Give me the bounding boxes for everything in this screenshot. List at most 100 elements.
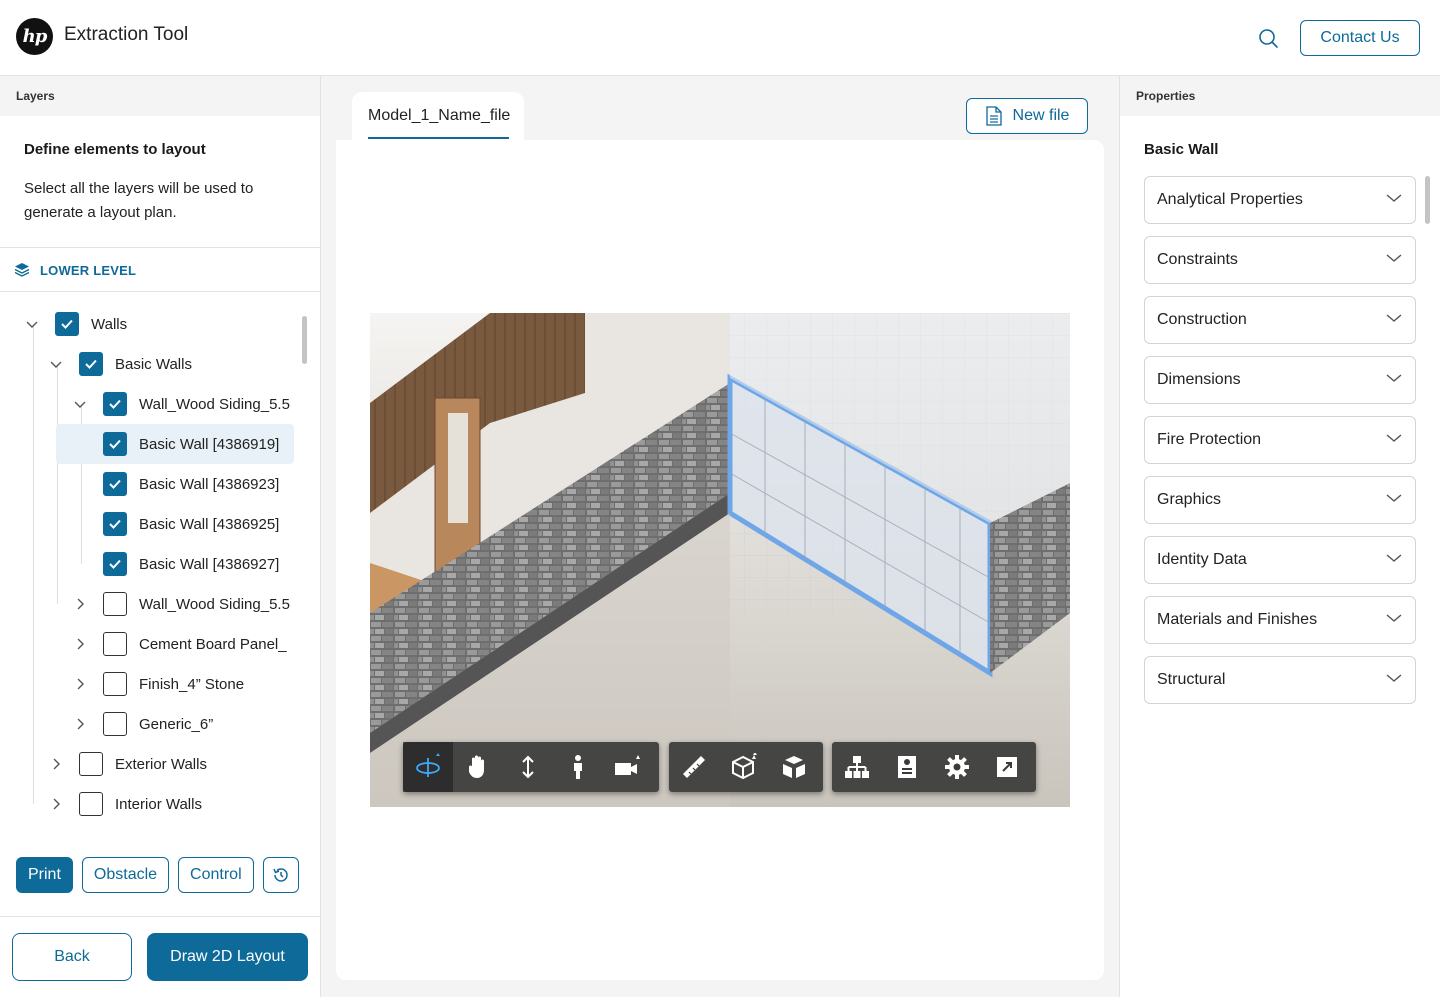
chevron-down-icon <box>1385 669 1403 692</box>
orbit-icon[interactable] <box>403 742 453 792</box>
history-button[interactable] <box>262 857 299 893</box>
layer-label: Exterior Walls <box>115 755 207 773</box>
contact-us-button[interactable]: Contact Us <box>1300 20 1420 56</box>
chevron-right-icon[interactable] <box>70 634 90 654</box>
search-icon[interactable] <box>1256 26 1282 52</box>
property-section-accordion[interactable]: Analytical Properties <box>1144 176 1416 224</box>
layer-label: Basic Walls <box>115 355 192 373</box>
layer-checkbox[interactable] <box>79 752 103 776</box>
new-file-button[interactable]: New file <box>966 98 1088 134</box>
pan-hand-icon[interactable] <box>453 742 503 792</box>
layer-label: Cement Board Panel_ <box>139 635 287 653</box>
property-section-accordion[interactable]: Construction <box>1144 296 1416 344</box>
chevron-right-icon[interactable] <box>70 714 90 734</box>
layer-tree-item[interactable]: Cement Board Panel_ <box>70 624 287 664</box>
layer-checkbox[interactable] <box>79 352 103 376</box>
level-label: LOWER LEVEL <box>40 263 137 278</box>
file-icon <box>985 106 1002 126</box>
chevron-down-icon <box>1385 189 1403 212</box>
property-section-label: Fire Protection <box>1157 431 1262 448</box>
properties-panel-icon[interactable] <box>882 742 932 792</box>
explode-cube-icon[interactable] <box>769 742 819 792</box>
checkmark-icon <box>109 479 121 489</box>
new-file-label: New file <box>1012 107 1070 124</box>
property-section-label: Structural <box>1157 671 1226 688</box>
print-button[interactable]: Print <box>16 857 73 893</box>
chevron-right-icon[interactable] <box>70 594 90 614</box>
layer-label: Generic_6” <box>139 715 214 733</box>
checkmark-icon <box>109 439 121 449</box>
layer-checkbox[interactable] <box>79 792 103 816</box>
property-section-accordion[interactable]: Identity Data <box>1144 536 1416 584</box>
layers-panel: Layers Define elements to layout Select … <box>0 76 321 997</box>
chevron-down-icon <box>1385 309 1403 332</box>
property-section-accordion[interactable]: Constraints <box>1144 236 1416 284</box>
layer-tree-scrollbar[interactable] <box>302 316 307 364</box>
layer-tree-item[interactable]: Basic Wall [4386927] <box>103 544 279 584</box>
layer-tree-item[interactable]: Interior Walls <box>46 784 202 820</box>
property-section-label: Dimensions <box>1157 371 1241 388</box>
layer-tree-item[interactable]: Basic Wall [4386925] <box>103 504 279 544</box>
properties-scrollbar[interactable] <box>1425 176 1430 224</box>
checkmark-icon <box>109 519 121 529</box>
chevron-down-icon <box>1385 369 1403 392</box>
layer-checkbox[interactable] <box>103 512 127 536</box>
chevron-right-icon[interactable] <box>46 794 66 814</box>
layer-checkbox[interactable] <box>103 672 127 696</box>
fullscreen-icon[interactable] <box>982 742 1032 792</box>
viewer-canvas <box>336 140 1104 980</box>
chevron-down-icon[interactable] <box>46 354 66 374</box>
section-box-icon[interactable] <box>719 742 769 792</box>
layer-tree-item[interactable]: Wall_Wood Siding_5.5 <box>70 384 290 424</box>
checkmark-icon <box>85 359 97 369</box>
zoom-vertical-icon[interactable] <box>503 742 553 792</box>
layer-tree-item[interactable]: Basic Wall [4386923] <box>103 464 279 504</box>
layer-checkbox[interactable] <box>103 392 127 416</box>
property-section-accordion[interactable]: Materials and Finishes <box>1144 596 1416 644</box>
property-section-accordion[interactable]: Fire Protection <box>1144 416 1416 464</box>
layer-tree-item[interactable]: Basic Walls <box>46 344 192 384</box>
model-browser-icon[interactable] <box>832 742 882 792</box>
action-buttons: Print Obstacle Control <box>16 857 299 893</box>
model-viewer-area: Model_1_Name_file New file <box>321 76 1119 997</box>
define-description: Select all the layers will be used to ge… <box>24 180 254 221</box>
level-selector[interactable]: LOWER LEVEL <box>0 247 320 292</box>
layer-tree-item[interactable]: Finish_4” Stone <box>70 664 244 704</box>
draw-2d-layout-button[interactable]: Draw 2D Layout <box>147 933 308 981</box>
chevron-right-icon[interactable] <box>46 754 66 774</box>
layers-panel-title: Layers <box>0 76 320 116</box>
measure-ruler-icon[interactable] <box>669 742 719 792</box>
camera-icon[interactable] <box>603 742 653 792</box>
settings-gear-icon[interactable] <box>932 742 982 792</box>
model-tools-toolbar <box>669 742 823 792</box>
layer-tree-item[interactable]: Generic_6” <box>70 704 213 744</box>
layer-checkbox[interactable] <box>103 432 127 456</box>
first-person-icon[interactable] <box>553 742 603 792</box>
layer-tree-item[interactable]: Basic Wall [4386919] <box>56 424 294 464</box>
property-section-accordion[interactable]: Dimensions <box>1144 356 1416 404</box>
obstacle-button[interactable]: Obstacle <box>81 857 170 893</box>
chevron-down-icon[interactable] <box>22 314 42 334</box>
3d-model-viewport[interactable] <box>370 313 1070 807</box>
property-section-accordion[interactable]: Structural <box>1144 656 1416 704</box>
layer-checkbox[interactable] <box>103 552 127 576</box>
back-button[interactable]: Back <box>12 933 132 981</box>
app-header: hp Extraction Tool Contact Us <box>0 0 1440 76</box>
chevron-down-icon[interactable] <box>70 394 90 414</box>
layer-tree-item[interactable]: Wall_Wood Siding_5.5 <box>70 584 290 624</box>
layer-checkbox[interactable] <box>55 312 79 336</box>
define-title: Define elements to layout <box>24 141 206 158</box>
layer-tree-item[interactable]: Walls <box>22 304 127 344</box>
layer-checkbox[interactable] <box>103 712 127 736</box>
tab-model-file[interactable]: Model_1_Name_file <box>352 92 524 140</box>
layer-checkbox[interactable] <box>103 472 127 496</box>
property-section-label: Constraints <box>1157 251 1238 268</box>
layer-tree-item[interactable]: Exterior Walls <box>46 744 207 784</box>
control-button[interactable]: Control <box>178 857 254 893</box>
properties-panel-title: Properties <box>1120 76 1440 116</box>
layer-checkbox[interactable] <box>103 592 127 616</box>
layer-checkbox[interactable] <box>103 632 127 656</box>
chevron-right-icon[interactable] <box>70 674 90 694</box>
layer-label: Interior Walls <box>115 795 202 813</box>
property-section-accordion[interactable]: Graphics <box>1144 476 1416 524</box>
